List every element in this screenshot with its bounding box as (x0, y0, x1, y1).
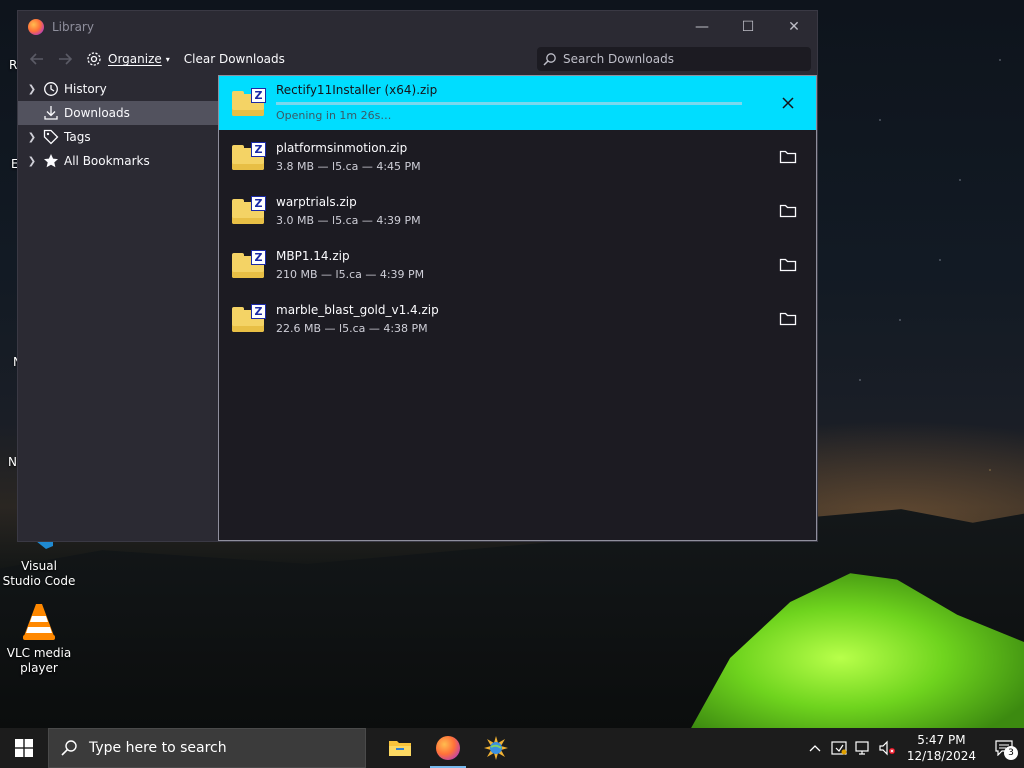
minimize-button[interactable]: — (679, 11, 725, 43)
firefox-icon (28, 19, 44, 35)
sidebar-item-label: Downloads (64, 106, 130, 120)
vlc-icon (19, 602, 59, 642)
search-icon (543, 53, 556, 66)
folder-icon (779, 312, 797, 326)
network-icon[interactable] (851, 728, 875, 768)
download-filename: marble_blast_gold_v1.4.zip (276, 302, 439, 317)
search-icon (61, 740, 77, 756)
security-tray-icon[interactable] (827, 728, 851, 768)
zip-file-icon: Z (232, 250, 266, 280)
zip-file-icon: Z (232, 196, 266, 226)
taskbar-search-box[interactable]: Type here to search (48, 728, 366, 768)
notification-center-button[interactable]: 3 (984, 728, 1024, 768)
arrow-left-icon (30, 53, 43, 65)
taskbar: Type here to search 5:47 PM 12/18/2024 3 (0, 728, 1024, 768)
library-body: ❯ History Downloads ❯ Tags ❯ All Bookmar… (18, 75, 817, 541)
back-button[interactable] (26, 48, 48, 70)
search-input[interactable] (563, 52, 793, 66)
clock-time: 5:47 PM (917, 733, 966, 747)
desktop-icon-label: VLC media player (6, 646, 72, 675)
gear-icon (87, 52, 101, 66)
tag-icon (42, 128, 60, 146)
zip-file-icon: Z (232, 142, 266, 172)
download-status: 3.8 MB — l5.ca — 4:45 PM (276, 159, 421, 173)
folder-icon (779, 258, 797, 272)
desktop-icon-vlc[interactable]: VLC media player (1, 602, 77, 676)
download-status: 3.0 MB — l5.ca — 4:39 PM (276, 213, 421, 227)
clock-icon (42, 80, 60, 98)
taskbar-firefox[interactable] (424, 728, 472, 768)
desktop-edge-label: N (8, 455, 17, 469)
show-in-folder-button[interactable] (776, 307, 800, 331)
library-toolbar: Organize ▾ Clear Downloads (18, 43, 817, 75)
firefox-icon (436, 736, 460, 760)
sidebar-item-all-bookmarks[interactable]: ❯ All Bookmarks (18, 149, 218, 173)
taskbar-file-explorer[interactable] (376, 728, 424, 768)
maximize-button[interactable]: ☐ (725, 11, 771, 43)
chevron-right-icon[interactable]: ❯ (26, 132, 38, 143)
download-item[interactable]: Z Rectify11Installer (x64).zip Opening i… (219, 76, 816, 130)
sidebar-item-tags[interactable]: ❯ Tags (18, 125, 218, 149)
notification-badge: 3 (1004, 746, 1018, 760)
download-item[interactable]: Z platformsinmotion.zip 3.8 MB — l5.ca —… (219, 130, 816, 184)
folder-icon (779, 204, 797, 218)
close-button[interactable]: ✕ (771, 11, 817, 43)
organize-button[interactable]: Organize ▾ (82, 46, 174, 72)
zip-file-icon: Z (232, 88, 266, 118)
sidebar: ❯ History Downloads ❯ Tags ❯ All Bookmar… (18, 75, 218, 541)
folder-icon (779, 150, 797, 164)
show-in-folder-button[interactable] (776, 199, 800, 223)
clock[interactable]: 5:47 PM 12/18/2024 (899, 732, 984, 764)
chevron-down-icon: ▾ (165, 54, 170, 64)
title-bar[interactable]: Library — ☐ ✕ (18, 11, 817, 43)
forward-button[interactable] (54, 48, 76, 70)
download-filename: platformsinmotion.zip (276, 140, 408, 155)
download-filename: MBP1.14.zip (276, 248, 350, 263)
download-status: 210 MB — l5.ca — 4:39 PM (276, 267, 425, 281)
file-explorer-icon (389, 741, 411, 756)
download-status: Opening in 1m 26s… (276, 109, 392, 122)
downloads-list: Z Rectify11Installer (x64).zip Opening i… (218, 75, 817, 541)
sidebar-item-label: History (64, 82, 107, 96)
download-filename: Rectify11Installer (x64).zip (276, 83, 438, 97)
download-filename: warptrials.zip (276, 194, 357, 209)
show-in-folder-button[interactable] (776, 145, 800, 169)
desktop-icon-label: Visual Studio Code (2, 559, 76, 588)
start-button[interactable] (0, 728, 48, 768)
zip-file-icon: Z (232, 304, 266, 334)
download-progress-bar (276, 102, 742, 105)
sidebar-item-label: All Bookmarks (64, 154, 150, 168)
window-title: Library (52, 20, 94, 34)
clock-date: 12/18/2024 (906, 749, 976, 763)
sidebar-item-history[interactable]: ❯ History (18, 77, 218, 101)
system-tray: 5:47 PM 12/18/2024 3 (803, 728, 1024, 768)
chevron-right-icon[interactable]: ❯ (26, 156, 38, 167)
download-item[interactable]: Z MBP1.14.zip 210 MB — l5.ca — 4:39 PM (219, 238, 816, 292)
show-in-folder-button[interactable] (776, 253, 800, 277)
windows-logo-icon (15, 739, 33, 757)
download-status: 22.6 MB — l5.ca — 4:38 PM (276, 321, 428, 335)
chevron-right-icon[interactable]: ❯ (26, 84, 38, 95)
taskbar-search-placeholder: Type here to search (89, 740, 227, 756)
organize-label: Organize (108, 52, 162, 66)
arrow-right-icon (59, 53, 72, 65)
chevron-up-icon[interactable] (803, 728, 827, 768)
sidebar-item-label: Tags (64, 130, 91, 144)
taskbar-app[interactable] (472, 728, 520, 768)
sidebar-item-downloads[interactable]: Downloads (18, 101, 218, 125)
volume-muted-icon[interactable] (875, 728, 899, 768)
library-window: Library — ☐ ✕ Organize ▾ Clear Downloads… (17, 10, 818, 542)
download-item[interactable]: Z marble_blast_gold_v1.4.zip 22.6 MB — l… (219, 292, 816, 346)
download-item[interactable]: Z warptrials.zip 3.0 MB — l5.ca — 4:39 P… (219, 184, 816, 238)
clear-downloads-button[interactable]: Clear Downloads (180, 46, 289, 72)
download-icon (42, 104, 60, 122)
close-icon (782, 97, 794, 109)
star-icon (42, 152, 60, 170)
search-box[interactable] (537, 47, 811, 71)
globe-app-icon (484, 736, 508, 760)
cancel-download-button[interactable] (776, 91, 800, 115)
